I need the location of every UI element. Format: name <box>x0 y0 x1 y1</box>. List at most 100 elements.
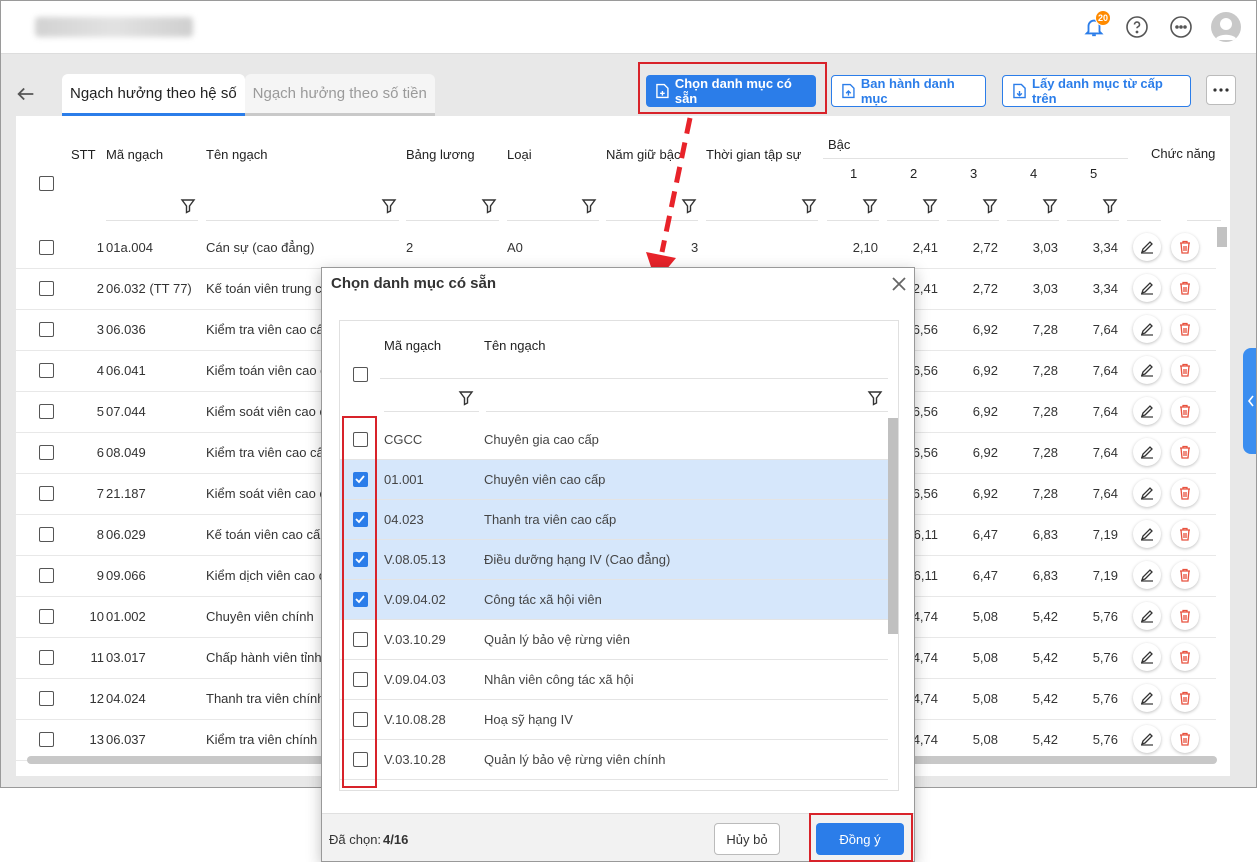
close-icon[interactable] <box>890 275 908 293</box>
filter-type-icon[interactable] <box>581 198 597 214</box>
row-checkbox[interactable] <box>39 240 54 255</box>
edit-button[interactable] <box>1133 356 1161 384</box>
bell-icon[interactable]: 20 <box>1081 10 1111 40</box>
edit-button[interactable] <box>1133 684 1161 712</box>
header-probation[interactable]: Thời gian tập sự <box>706 147 801 162</box>
edit-button[interactable] <box>1133 520 1161 548</box>
fetch-catalog-button[interactable]: Lấy danh mục từ cấp trên <box>1002 75 1191 107</box>
dialog-list-item[interactable]: CGCC Chuyên gia cao cấp <box>340 420 888 460</box>
cell-l5: 5,76 <box>1092 609 1118 624</box>
edit-button[interactable] <box>1133 233 1161 261</box>
delete-button[interactable] <box>1171 684 1199 712</box>
delete-button[interactable] <box>1171 315 1199 343</box>
delete-button[interactable] <box>1171 602 1199 630</box>
back-arrow-icon[interactable] <box>15 83 37 105</box>
header-salary-table[interactable]: Bảng lương <box>406 147 475 162</box>
pencil-icon <box>1140 651 1153 664</box>
tab-amount[interactable]: Ngạch hưởng theo số tiền <box>244 74 435 116</box>
row-checkbox[interactable] <box>39 404 54 419</box>
issue-catalog-button[interactable]: Ban hành danh mục <box>831 75 986 107</box>
dialog-list-item[interactable]: V.08.05.13 Điều dưỡng hạng IV (Cao đẳng) <box>340 540 888 580</box>
delete-button[interactable] <box>1171 397 1199 425</box>
header-type[interactable]: Loại <box>507 147 532 162</box>
filter-level-5-icon[interactable] <box>1102 198 1118 214</box>
row-checkbox[interactable] <box>39 445 54 460</box>
filter-level-4-icon[interactable] <box>1042 198 1058 214</box>
header-name[interactable]: Tên ngạch <box>206 147 267 162</box>
cell-stt: 11 <box>90 650 105 665</box>
delete-button[interactable] <box>1171 725 1199 753</box>
dialog-header-code[interactable]: Mã ngạch <box>384 338 441 353</box>
cell-stt: 9 <box>96 568 104 583</box>
cell-stt: 6 <box>96 445 104 460</box>
delete-button[interactable] <box>1171 561 1199 589</box>
dialog-filter-code-icon[interactable] <box>458 390 474 406</box>
delete-button[interactable] <box>1171 479 1199 507</box>
header-code[interactable]: Mã ngạch <box>106 147 163 162</box>
row-checkbox[interactable] <box>39 732 54 747</box>
table-vertical-scrollbar[interactable] <box>1217 227 1227 247</box>
trash-icon <box>1180 240 1190 254</box>
edit-button[interactable] <box>1133 561 1161 589</box>
dialog-list-item[interactable]: V.09.04.03 Nhân viên công tác xã hội <box>340 660 888 700</box>
row-checkbox[interactable] <box>39 650 54 665</box>
cell-l4: 7,28 <box>1032 404 1058 419</box>
dialog-select-all-checkbox[interactable] <box>353 367 368 382</box>
edit-button[interactable] <box>1133 274 1161 302</box>
row-checkbox[interactable] <box>39 609 54 624</box>
dialog-list-item[interactable]: V.03.10.28 Quản lý bảo vệ rừng viên chính <box>340 740 888 780</box>
delete-button[interactable] <box>1171 356 1199 384</box>
row-checkbox[interactable] <box>39 322 54 337</box>
row-checkbox[interactable] <box>39 527 54 542</box>
row-checkbox[interactable] <box>39 363 54 378</box>
row-checkbox[interactable] <box>39 281 54 296</box>
filter-level-2-icon[interactable] <box>922 198 938 214</box>
edit-button[interactable] <box>1133 315 1161 343</box>
edit-button[interactable] <box>1133 643 1161 671</box>
dialog-scrollbar[interactable] <box>888 418 898 634</box>
filter-years-icon[interactable] <box>681 198 697 214</box>
dialog-header-name[interactable]: Tên ngạch <box>484 338 545 353</box>
row-checkbox[interactable] <box>39 568 54 583</box>
cell-l4: 6,83 <box>1032 527 1058 542</box>
row-checkbox[interactable] <box>39 486 54 501</box>
edit-button[interactable] <box>1133 602 1161 630</box>
cell-l5: 7,19 <box>1092 568 1118 583</box>
avatar[interactable] <box>1211 12 1241 42</box>
dialog-list-item[interactable]: 04.023 Thanh tra viên cao cấp <box>340 500 888 540</box>
delete-button[interactable] <box>1171 520 1199 548</box>
table-row[interactable]: 1 01a.004 Cán sự (cao đẳng) 2 A0 3 2,10 2,41 2,7… <box>16 228 1216 269</box>
dialog-list-item[interactable]: V.10.08.28 Hoạ sỹ hạng IV <box>340 700 888 740</box>
edit-button[interactable] <box>1133 479 1161 507</box>
dialog-list-item[interactable]: 01.001 Chuyên viên cao cấp <box>340 460 888 500</box>
filter-probation-icon[interactable] <box>801 198 817 214</box>
cell-code: 03.017 <box>106 650 146 665</box>
dialog-list-item[interactable]: V.09.04.02 Công tác xã hội viên <box>340 580 888 620</box>
help-icon[interactable] <box>1124 14 1150 40</box>
row-checkbox[interactable] <box>39 691 54 706</box>
header-years[interactable]: Năm giữ bậc <box>606 147 680 162</box>
delete-button[interactable] <box>1171 438 1199 466</box>
filter-code-icon[interactable] <box>180 198 196 214</box>
cell-code: 06.037 <box>106 732 146 747</box>
filter-level-3-icon[interactable] <box>982 198 998 214</box>
delete-button[interactable] <box>1171 233 1199 261</box>
more-options-icon[interactable] <box>1168 14 1194 40</box>
cancel-button[interactable]: Hủy bỏ <box>714 823 780 855</box>
delete-button[interactable] <box>1171 643 1199 671</box>
edit-button[interactable] <box>1133 725 1161 753</box>
filter-salary-table-icon[interactable] <box>481 198 497 214</box>
filter-level-1-icon[interactable] <box>862 198 878 214</box>
filter-name-icon[interactable] <box>381 198 397 214</box>
select-all-checkbox[interactable] <box>39 176 54 191</box>
header-level-5: 5 <box>1090 166 1098 181</box>
side-panel-toggle[interactable] <box>1243 348 1256 454</box>
edit-button[interactable] <box>1133 438 1161 466</box>
tab-coefficient[interactable]: Ngạch hưởng theo hệ số <box>62 74 245 116</box>
dialog-list-item[interactable]: V.03.10.29 Quản lý bảo vệ rừng viên <box>340 620 888 660</box>
delete-button[interactable] <box>1171 274 1199 302</box>
more-actions-button[interactable] <box>1206 75 1236 105</box>
cell-stt: 10 <box>89 609 104 624</box>
edit-button[interactable] <box>1133 397 1161 425</box>
dialog-filter-name-icon[interactable] <box>867 390 883 406</box>
